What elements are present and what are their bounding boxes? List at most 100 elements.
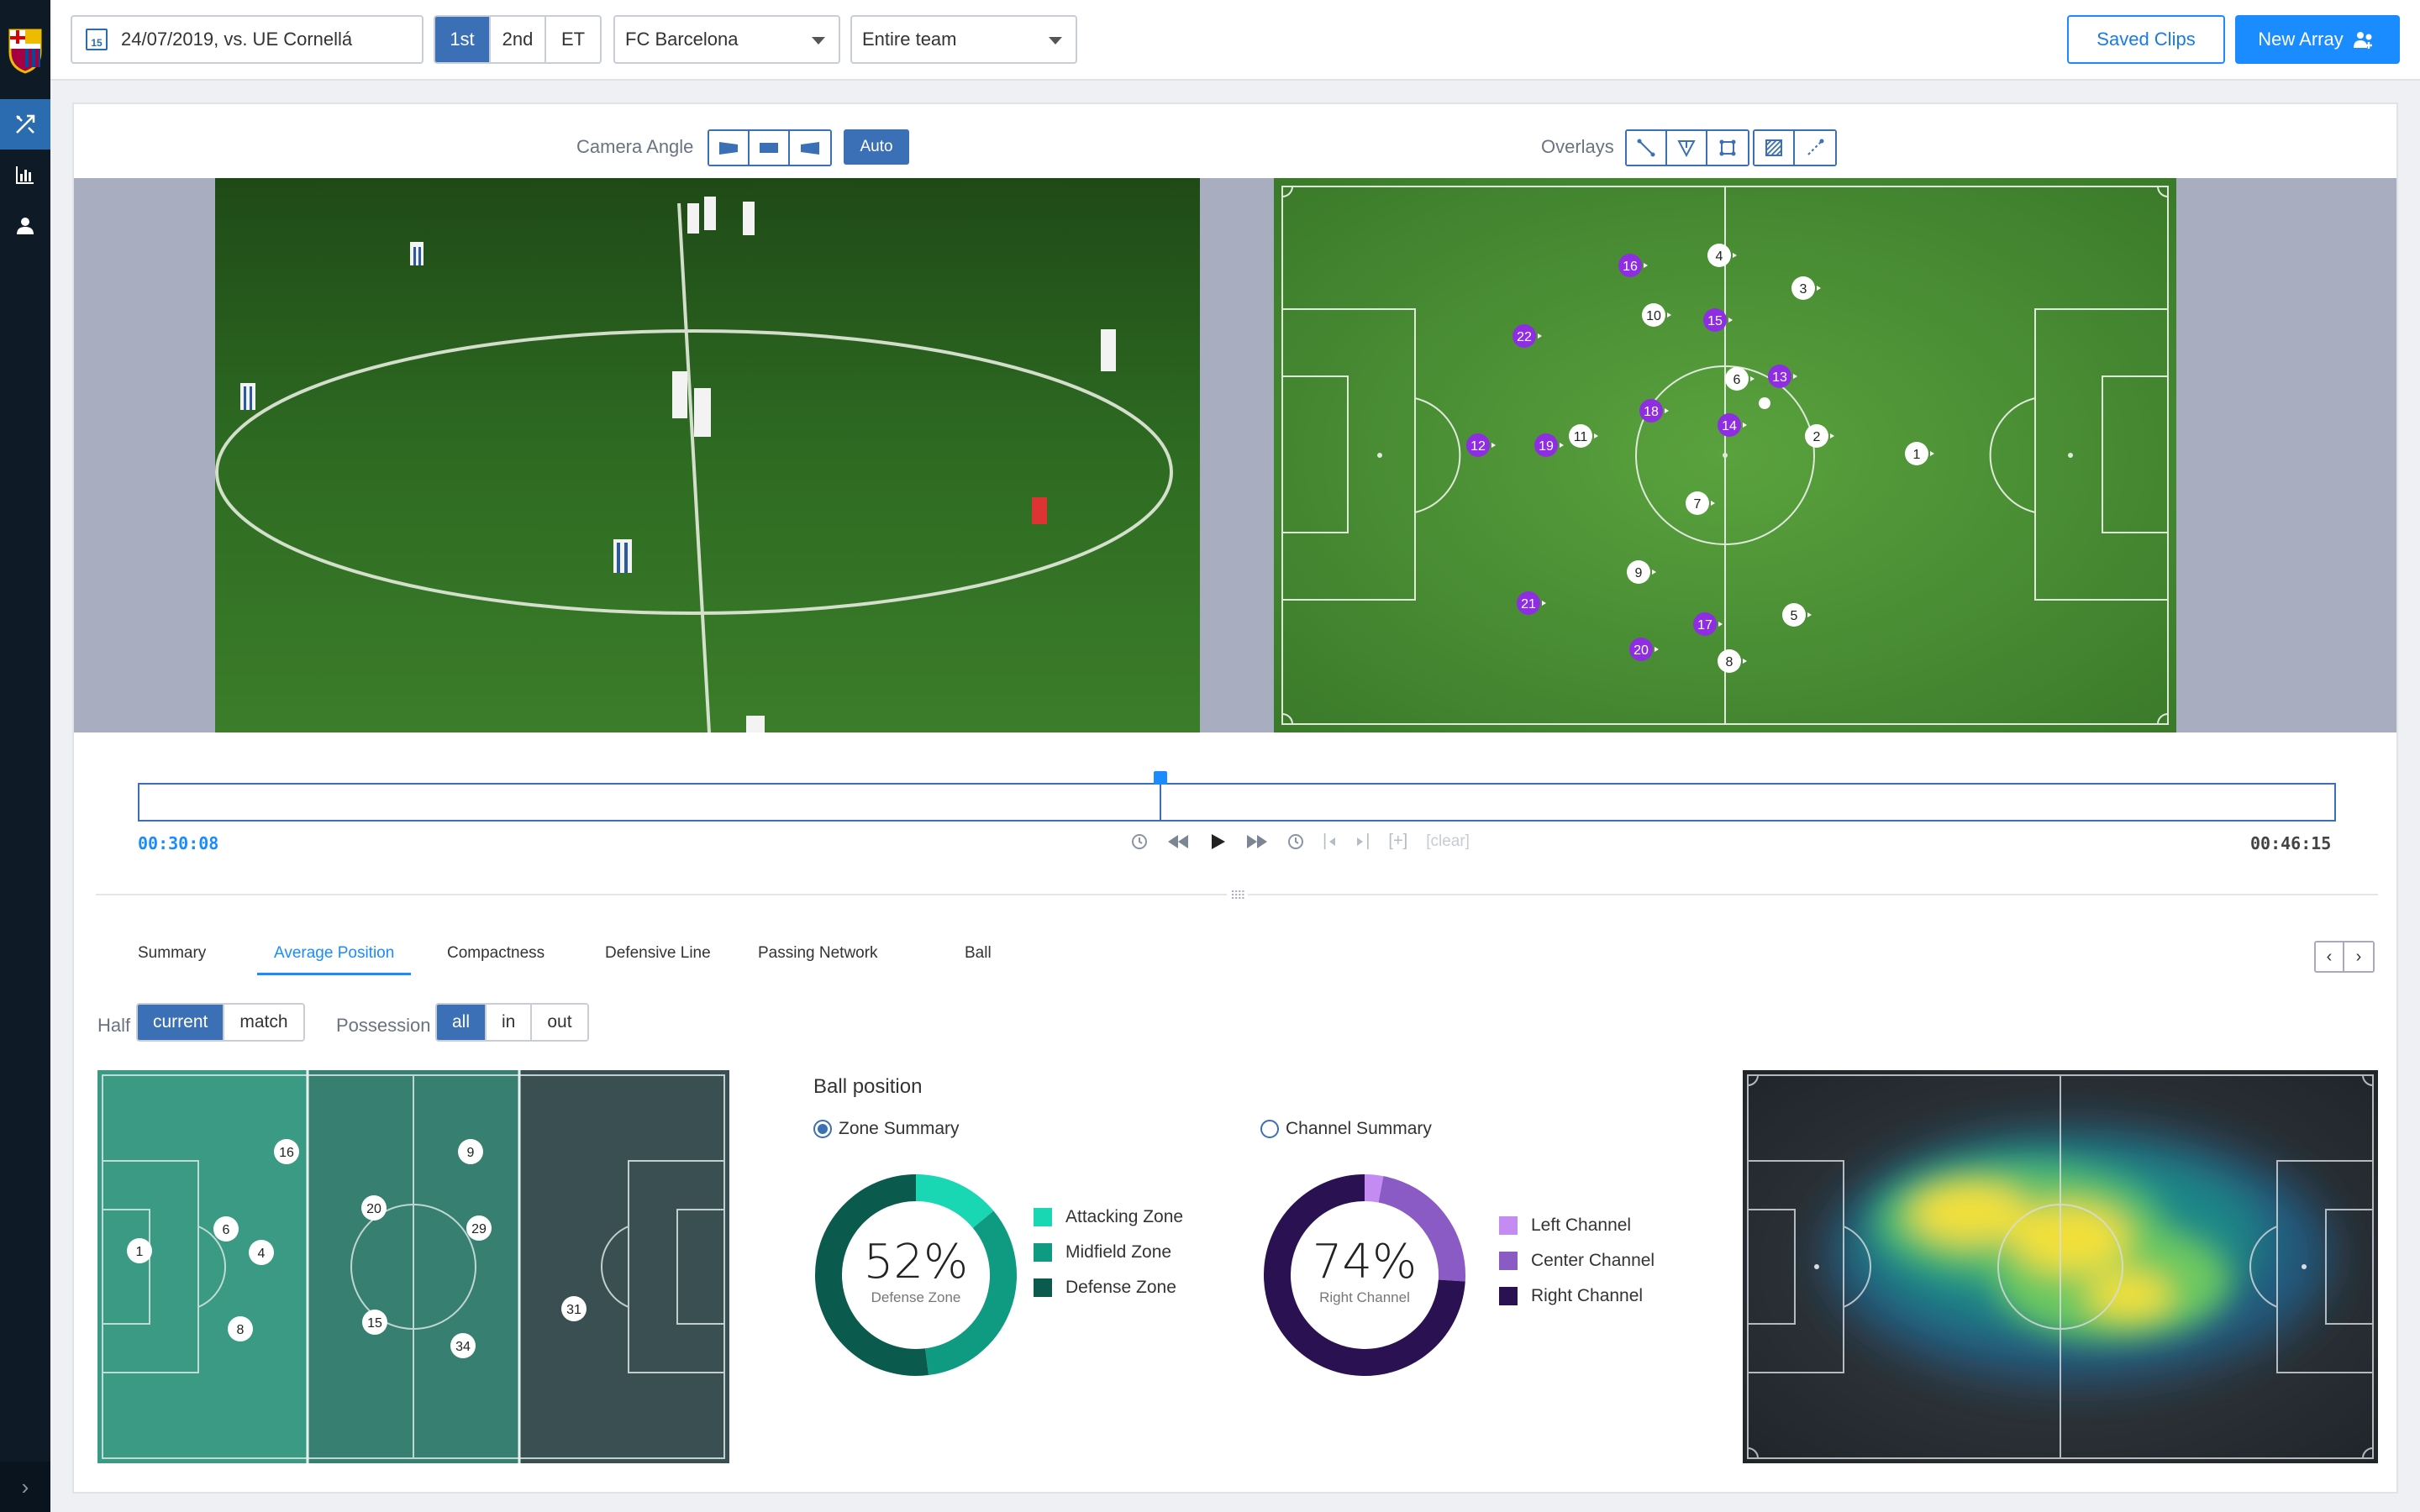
- calendar-icon: 15: [86, 29, 108, 50]
- mark-out-button[interactable]: |: [1355, 832, 1370, 851]
- player-number: 34: [455, 1340, 471, 1354]
- team-select-value: FC Barcelona: [625, 29, 739, 50]
- overlay-zones-button[interactable]: [1754, 131, 1795, 165]
- zone-summary-label: Zone Summary: [839, 1119, 960, 1138]
- scope-select[interactable]: Entire team: [850, 15, 1077, 64]
- average-position-marker[interactable]: 8: [228, 1316, 253, 1341]
- average-position-marker[interactable]: 1: [127, 1238, 152, 1263]
- bar-chart-icon: [16, 166, 34, 184]
- playhead-handle[interactable]: [1154, 771, 1167, 785]
- player-number: 20: [1634, 643, 1649, 658]
- clear-button[interactable]: [clear]: [1426, 832, 1470, 851]
- overlay-distance-button[interactable]: [1627, 131, 1667, 165]
- average-position-marker[interactable]: 31: [561, 1296, 587, 1321]
- legend-label: Midfield Zone: [1065, 1242, 1172, 1262]
- radio-selected-icon: [813, 1120, 832, 1138]
- possession-option-all[interactable]: all: [437, 1005, 487, 1040]
- average-position-marker[interactable]: 9: [458, 1139, 483, 1164]
- top-bar: 15 24/07/2019, vs. UE Cornellá 1st 2nd E…: [50, 0, 2420, 81]
- legend-label: Left Channel: [1531, 1215, 1632, 1235]
- overlay-triangle-button[interactable]: [1667, 131, 1707, 165]
- half-option-current[interactable]: current: [138, 1005, 225, 1040]
- skip-forward-button[interactable]: [1245, 833, 1269, 850]
- prev-tab-button[interactable]: ‹: [2316, 942, 2344, 971]
- average-position-marker[interactable]: 15: [362, 1310, 387, 1335]
- ball-heatmap-pitch[interactable]: [1743, 1070, 2378, 1463]
- camera-center-icon: [760, 143, 778, 153]
- live-positions-pitch[interactable]: 16221513181412 192117204103611 217958: [1274, 178, 2176, 732]
- average-position-marker[interactable]: 20: [361, 1195, 387, 1221]
- camera-center-button[interactable]: [750, 131, 790, 165]
- possession-option-in[interactable]: in: [487, 1005, 533, 1040]
- overlay-area-button[interactable]: [1707, 131, 1748, 165]
- half-selector: 1st 2nd ET: [434, 15, 602, 64]
- resize-grip-icon[interactable]: ⠿⠿: [1227, 889, 1248, 903]
- player-number: 9: [467, 1146, 475, 1160]
- player-number: 12: [1470, 439, 1486, 454]
- camera-left-button[interactable]: [709, 131, 750, 165]
- player-number: 4: [258, 1247, 266, 1261]
- tab-ball[interactable]: Ball: [965, 944, 992, 973]
- mark-in-button[interactable]: |: [1323, 832, 1337, 851]
- new-array-label: New Array: [2258, 29, 2344, 50]
- overlay-line-button[interactable]: [1795, 131, 1835, 165]
- new-array-button[interactable]: New Array: [2235, 15, 2400, 64]
- club-logo[interactable]: [7, 27, 44, 74]
- average-position-marker[interactable]: 4: [249, 1240, 274, 1265]
- legend-swatch: [1034, 1243, 1052, 1262]
- average-position-marker[interactable]: 29: [466, 1215, 492, 1241]
- average-position-marker[interactable]: 34: [450, 1333, 476, 1358]
- legend-label: Right Channel: [1531, 1286, 1644, 1305]
- match-date-value: 24/07/2019, vs. UE Cornellá: [121, 29, 353, 50]
- half-tab-2nd[interactable]: 2nd: [491, 17, 546, 62]
- tab-defensive-line[interactable]: Defensive Line: [605, 944, 711, 973]
- zone-summary-radio[interactable]: Zone Summary: [813, 1119, 960, 1139]
- legend-swatch: [1499, 1252, 1518, 1270]
- rewind-time-button[interactable]: [1131, 833, 1148, 850]
- player-number: 5: [1791, 609, 1798, 623]
- player-number: 31: [566, 1303, 581, 1317]
- chevron-right-icon: ›: [2355, 947, 2362, 966]
- timeline-track[interactable]: [138, 783, 2336, 822]
- add-clip-button[interactable]: [+]: [1388, 832, 1407, 851]
- camera-angle-label: Camera Angle: [576, 136, 694, 157]
- match-date-picker[interactable]: 15 24/07/2019, vs. UE Cornellá: [71, 15, 424, 64]
- legend-label: Center Channel: [1531, 1251, 1655, 1270]
- sidebar-item-players[interactable]: [0, 200, 50, 250]
- player-number: 16: [1623, 260, 1638, 274]
- tab-passing-network[interactable]: Passing Network: [758, 944, 878, 973]
- half-tab-et[interactable]: ET: [546, 17, 600, 62]
- team-select[interactable]: FC Barcelona: [613, 15, 840, 64]
- half-option-match[interactable]: match: [224, 1005, 303, 1040]
- camera-right-button[interactable]: [790, 131, 830, 165]
- tab-compactness[interactable]: Compactness: [447, 944, 544, 973]
- tab-summary[interactable]: Summary: [138, 944, 206, 973]
- average-position-pitch[interactable]: 1 16 6 4 8 9 20 29 15 31 34: [97, 1070, 729, 1463]
- channel-summary-radio[interactable]: Channel Summary: [1260, 1119, 1432, 1139]
- play-button[interactable]: [1208, 832, 1227, 851]
- forward-time-button[interactable]: [1287, 833, 1304, 850]
- skip-back-button[interactable]: [1166, 833, 1190, 850]
- mark-out-icon: [1357, 837, 1364, 846]
- average-position-marker[interactable]: 16: [274, 1139, 299, 1164]
- playback-controls: | | [+] [clear]: [1131, 832, 1470, 851]
- half-tab-1st[interactable]: 1st: [435, 17, 491, 62]
- zone-caption: Defense Zone: [871, 1289, 961, 1305]
- average-position-marker[interactable]: 6: [213, 1216, 239, 1242]
- next-tab-button[interactable]: ›: [2344, 942, 2373, 971]
- sidebar-item-tactics[interactable]: [0, 99, 50, 150]
- clock-forward-icon: [1288, 833, 1303, 849]
- saved-clips-button[interactable]: Saved Clips: [2067, 15, 2225, 64]
- camera-auto-button[interactable]: Auto: [844, 129, 909, 165]
- skip-back-icon: [1168, 834, 1188, 848]
- main-panel: Camera Angle Auto Overlays 16 22 15 13 1…: [72, 102, 2398, 1494]
- tab-average-position[interactable]: Average Position: [257, 944, 412, 975]
- overlays-label: Overlays: [1541, 136, 1614, 157]
- sidebar-item-stats[interactable]: [0, 150, 50, 200]
- video-area: 16 22 15 13 18 14 12 19 21 17 20 4 10 3 6 11 2 1 7 9 5 8: [74, 178, 2396, 732]
- match-video-frame[interactable]: [215, 178, 1200, 732]
- expand-sidebar-button[interactable]: ›: [0, 1462, 50, 1512]
- possession-option-out[interactable]: out: [532, 1005, 587, 1040]
- player-number: 20: [366, 1202, 381, 1216]
- zone-percent: 52%: [863, 1235, 969, 1289]
